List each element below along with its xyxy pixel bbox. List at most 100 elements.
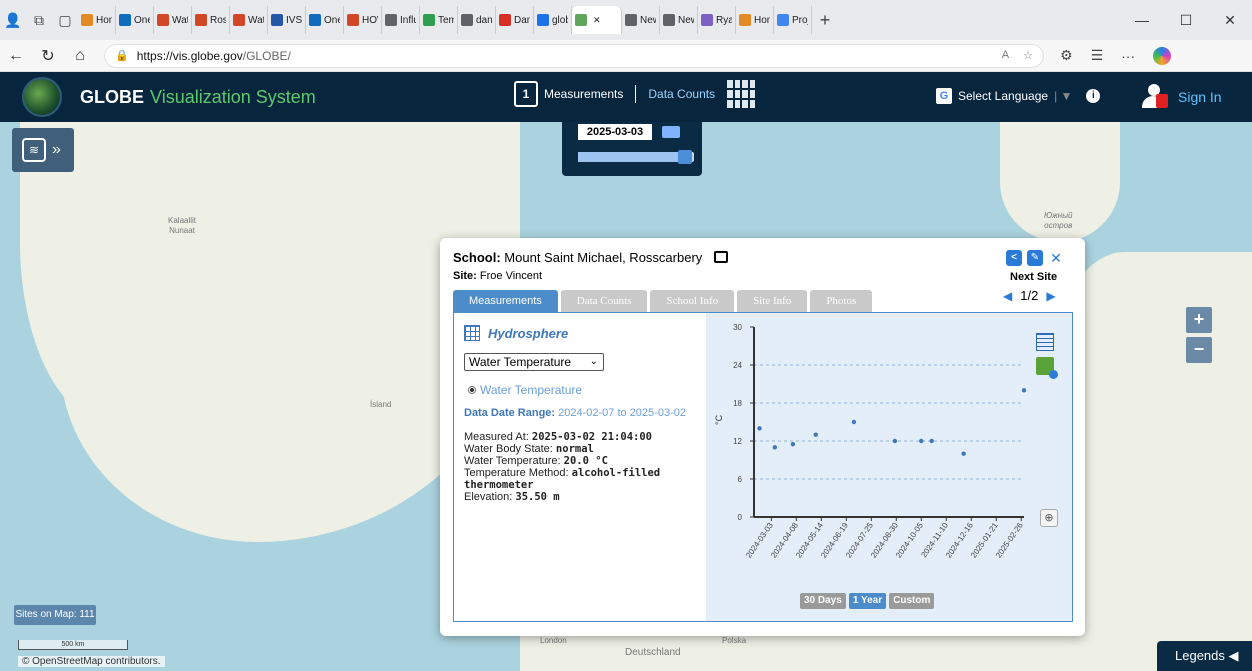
back-icon[interactable]: ← bbox=[0, 47, 32, 65]
next-arrow-icon[interactable]: ▶ bbox=[1046, 289, 1055, 303]
time-slider-handle[interactable] bbox=[677, 150, 692, 164]
language-selector[interactable]: G Select Language | ▼ i bbox=[936, 88, 1101, 104]
more-menu-icon[interactable]: ··· bbox=[1121, 48, 1135, 64]
tab-favicon-icon bbox=[195, 14, 207, 26]
browser-tab[interactable]: Hom bbox=[736, 6, 774, 34]
globe-logo[interactable] bbox=[22, 77, 62, 117]
read-aloud-icon[interactable]: A bbox=[1002, 49, 1009, 62]
browser-tab[interactable]: Hom bbox=[78, 6, 116, 34]
measurement-select[interactable]: Water Temperature ⌄ bbox=[464, 353, 604, 371]
external-link-icon[interactable] bbox=[713, 251, 728, 263]
tab-label: IVSS bbox=[286, 14, 302, 26]
map-label-greenland: Kalaallit Nunaat bbox=[168, 216, 197, 235]
detail-value: 20.0 °C bbox=[563, 455, 608, 467]
radio-icon[interactable] bbox=[468, 386, 476, 394]
browser-tab[interactable]: Ryan bbox=[698, 6, 736, 34]
tab-favicon-icon bbox=[271, 14, 283, 26]
video-camera-icon[interactable] bbox=[662, 126, 680, 138]
y-tick-label: 0 bbox=[738, 513, 743, 522]
browser-tab[interactable]: New bbox=[622, 6, 660, 34]
pager-count: 1/2 bbox=[1020, 288, 1039, 303]
close-icon[interactable]: ✕ bbox=[1048, 250, 1064, 266]
date-display[interactable]: 2025-03-03 bbox=[578, 124, 652, 140]
range-1-year-button[interactable]: 1 Year bbox=[848, 593, 887, 609]
data-point bbox=[851, 419, 857, 425]
detail-row: Measured At: 2025-03-02 21:04:00 bbox=[464, 431, 696, 443]
screen: 👤 ⧉ ▢ Hom One[Wate Ross Wate IVSS One[HOW Infl… bbox=[0, 0, 1252, 671]
new-tab-button[interactable]: + bbox=[812, 10, 838, 31]
browser-tab[interactable]: IVSS bbox=[268, 6, 306, 34]
browser-tab[interactable]: Dans bbox=[496, 6, 534, 34]
tab-data-counts[interactable]: Data Counts bbox=[560, 290, 648, 312]
measurement-radio[interactable]: Water Temperature bbox=[468, 383, 582, 397]
tab-favicon-icon bbox=[777, 14, 789, 26]
refresh-icon[interactable]: ↻ bbox=[32, 46, 64, 66]
detail-label: Water Temperature: bbox=[464, 455, 564, 467]
url-input[interactable]: 🔒 https://vis.globe.gov/GLOBE/ A ☆ bbox=[104, 43, 1044, 68]
favorite-star-icon[interactable]: ☆ bbox=[1023, 49, 1033, 62]
map-label-deutschland: Deutschland bbox=[625, 647, 681, 658]
close-tab-icon[interactable]: ✕ bbox=[593, 15, 601, 26]
zoom-in-button[interactable]: + bbox=[1186, 307, 1212, 333]
favorites-icon[interactable]: ☰ bbox=[1091, 47, 1104, 64]
map-attribution[interactable]: © OpenStreetMap contributors. bbox=[18, 656, 165, 667]
extensions-icon[interactable]: ⚙ bbox=[1060, 47, 1073, 64]
browser-tab[interactable]: dans bbox=[458, 6, 496, 34]
browser-tab[interactable]: Temp bbox=[420, 6, 458, 34]
prev-arrow-icon[interactable]: ◀ bbox=[1003, 289, 1012, 303]
browser-tab[interactable]: Proje bbox=[774, 6, 812, 34]
profile-icon[interactable]: 👤 bbox=[0, 6, 26, 34]
y-tick-label: 12 bbox=[733, 437, 742, 446]
tab-school-info[interactable]: School Info bbox=[650, 290, 735, 312]
data-counts-grid-icon[interactable] bbox=[727, 80, 756, 108]
browser-tab[interactable]: One[ bbox=[116, 6, 154, 34]
site-pager: ◀ 1/2 ▶ bbox=[1003, 288, 1056, 303]
zoom-out-button[interactable]: − bbox=[1186, 337, 1212, 363]
tab-photos[interactable]: Photos bbox=[810, 290, 873, 312]
info-icon[interactable]: i bbox=[1086, 89, 1101, 103]
home-icon[interactable]: ⌂ bbox=[64, 47, 96, 65]
close-window-icon[interactable]: ✕ bbox=[1208, 12, 1252, 29]
tab-actions-icon[interactable]: ▢ bbox=[52, 6, 78, 34]
browser-tab[interactable]: One[ bbox=[306, 6, 344, 34]
site-line: Site: Froe Vincent bbox=[453, 270, 542, 282]
tab-site-info[interactable]: Site Info bbox=[737, 290, 808, 312]
browser-tab[interactable]: Ross bbox=[192, 6, 230, 34]
chevron-down-icon: ⌄ bbox=[589, 356, 598, 367]
copilot-icon[interactable] bbox=[1153, 46, 1172, 65]
calendar-icon[interactable]: 1 bbox=[514, 81, 538, 107]
range-30-days-button[interactable]: 30 Days bbox=[800, 593, 846, 609]
datacounts-link[interactable]: Data Counts bbox=[648, 87, 715, 101]
language-caret-icon: | ▼ bbox=[1054, 89, 1073, 103]
browser-tab[interactable]: Influ bbox=[382, 6, 420, 34]
measurements-link[interactable]: Measurements bbox=[544, 87, 623, 101]
maximize-icon[interactable]: ☐ bbox=[1164, 12, 1208, 29]
minimize-icon[interactable]: — bbox=[1120, 12, 1164, 29]
tab-favicon-icon bbox=[701, 14, 713, 26]
time-slider[interactable] bbox=[578, 150, 694, 164]
app-title: GLOBE Visualization System bbox=[80, 87, 316, 108]
layers-button[interactable]: ≋ » bbox=[12, 128, 74, 172]
tab-label: New bbox=[678, 14, 694, 26]
browser-tab[interactable]: Wate bbox=[230, 6, 268, 34]
window-controls: — ☐ ✕ bbox=[1120, 12, 1252, 29]
browser-tab[interactable]: Wate bbox=[154, 6, 192, 34]
browser-tab[interactable]: New bbox=[660, 6, 698, 34]
legends-button[interactable]: Legends ◀ bbox=[1157, 641, 1252, 671]
range-custom-button[interactable]: Custom bbox=[889, 593, 935, 609]
browser-tab[interactable]: ✕ bbox=[572, 6, 622, 34]
tab-measurements[interactable]: Measurements bbox=[453, 290, 558, 312]
detail-value: 35.50 m bbox=[515, 491, 560, 503]
table-icon[interactable] bbox=[464, 325, 480, 341]
share-icon[interactable]: < bbox=[1006, 250, 1022, 266]
table-view-icon[interactable] bbox=[1036, 333, 1054, 351]
zoom-chart-icon[interactable]: ⊕ bbox=[1040, 509, 1058, 527]
browser-tab[interactable]: glob bbox=[534, 6, 572, 34]
workspaces-icon[interactable]: ⧉ bbox=[26, 6, 52, 34]
lock-icon: 🔒 bbox=[115, 50, 129, 62]
sign-in-button[interactable]: Sign In bbox=[1142, 84, 1222, 110]
edit-icon[interactable]: ✎ bbox=[1027, 250, 1043, 266]
browser-tab[interactable]: HOW bbox=[344, 6, 382, 34]
add-chart-icon[interactable] bbox=[1036, 357, 1058, 379]
measurements-pane: Hydrosphere Water Temperature ⌄ Water Te… bbox=[453, 312, 1073, 622]
